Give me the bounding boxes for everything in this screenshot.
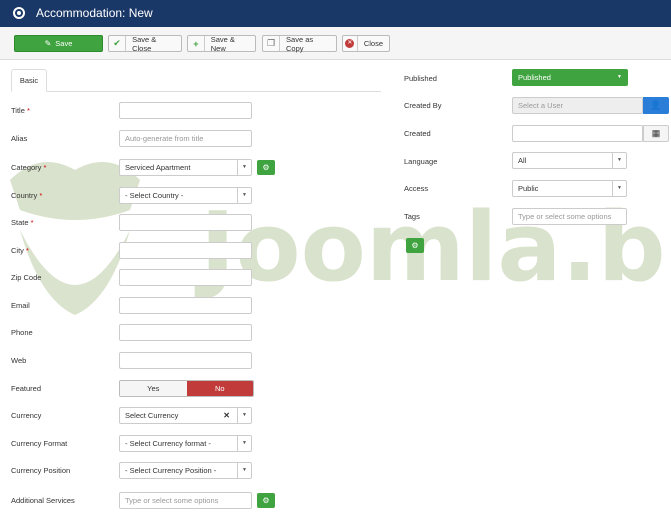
alias-label: Alias: [11, 134, 28, 143]
access-label: Access: [404, 184, 429, 193]
currency-label: Currency: [11, 411, 42, 420]
tab-bar: Basic: [11, 69, 381, 92]
currency-position-select[interactable]: - Select Currency Position - ▼: [119, 462, 252, 479]
save-button[interactable]: ✎ Save: [14, 35, 103, 52]
toolbar: ✎ Save ✔ Save & Close + Save & New ❐ Sav…: [0, 27, 671, 60]
currency-position-value: - Select Currency Position -: [125, 466, 217, 475]
add-service-button[interactable]: ⚙: [257, 493, 275, 508]
chevron-down-icon: ▼: [612, 153, 626, 168]
category-select[interactable]: Serviced Apartment ▼: [119, 159, 252, 176]
zip-input[interactable]: [119, 269, 252, 286]
edit-icon: ✎: [44, 39, 52, 48]
title-bar: Accommodation: New: [0, 0, 671, 27]
close-icon: ✕: [343, 36, 358, 51]
chevron-down-icon: ▼: [237, 408, 251, 423]
web-input[interactable]: [119, 352, 252, 369]
country-select[interactable]: - Select Country - ▼: [119, 187, 252, 204]
chevron-down-icon: ▼: [237, 436, 251, 451]
currency-value: Select Currency: [125, 411, 179, 420]
plus-icon: +: [188, 36, 205, 51]
save-close-button[interactable]: ✔ Save & Close: [108, 34, 182, 53]
created-by-input[interactable]: Select a User: [512, 97, 643, 114]
close-label: Close: [363, 39, 383, 48]
phone-input[interactable]: [119, 324, 252, 341]
save-new-label: Save & New: [210, 34, 235, 53]
services-input[interactable]: Type or select some options: [119, 492, 252, 509]
phone-label: Phone: [11, 328, 33, 337]
country-value: - Select Country -: [125, 191, 184, 200]
city-input[interactable]: [119, 242, 252, 259]
created-by-label: Created By: [404, 101, 442, 110]
save-copy-label: Save as Copy: [286, 34, 314, 53]
title-label: Title *: [11, 106, 30, 115]
created-label: Created: [404, 129, 431, 138]
add-category-button[interactable]: ⚙: [257, 160, 275, 175]
currency-format-select[interactable]: - Select Currency format - ▼: [119, 435, 252, 452]
clear-icon[interactable]: ✕: [223, 408, 230, 423]
save-close-label: Save & Close: [132, 34, 157, 53]
tags-label: Tags: [404, 212, 420, 221]
featured-toggle[interactable]: Yes No: [119, 380, 254, 397]
web-label: Web: [11, 356, 27, 365]
email-label: Email: [11, 301, 30, 310]
chevron-down-icon: ▼: [617, 74, 622, 80]
chevron-down-icon: ▼: [237, 188, 251, 203]
published-value: Published: [518, 73, 551, 82]
access-value: Public: [518, 184, 539, 193]
currency-format-label: Currency Format: [11, 439, 68, 448]
services-label: Additional Services: [11, 496, 75, 505]
category-label: Category *: [11, 163, 47, 172]
language-select[interactable]: All ▼: [512, 152, 627, 169]
state-input[interactable]: [119, 214, 252, 231]
zip-label: Zip Code: [11, 273, 42, 282]
calendar-button[interactable]: ▦: [643, 125, 669, 142]
chevron-down-icon: ▼: [237, 160, 251, 175]
user-select-button[interactable]: 👤: [643, 97, 669, 114]
currency-select[interactable]: Select Currency ✕ ▼: [119, 407, 252, 424]
alias-input[interactable]: Auto-generate from title: [119, 130, 252, 147]
country-label: Country *: [11, 191, 43, 200]
title-input[interactable]: [119, 102, 252, 119]
published-label: Published: [404, 74, 437, 83]
state-label: State *: [11, 218, 34, 227]
currency-position-label: Currency Position: [11, 466, 71, 475]
save-label: Save: [55, 39, 73, 48]
chevron-down-icon: ▼: [237, 463, 251, 478]
watermark: Joomla.bio: [10, 162, 671, 315]
currency-format-value: - Select Currency format -: [125, 439, 211, 448]
created-input[interactable]: [512, 125, 643, 142]
save-copy-button[interactable]: ❐ Save as Copy: [262, 34, 337, 53]
joomla-logo-icon: [13, 7, 25, 19]
close-button[interactable]: ✕ Close: [342, 35, 390, 52]
calendar-icon: ▦: [651, 128, 661, 138]
check-icon: ✔: [109, 36, 127, 51]
featured-yes-option[interactable]: Yes: [120, 381, 187, 396]
city-label: City *: [11, 246, 29, 255]
copy-icon: ❐: [263, 36, 281, 51]
featured-label: Featured: [11, 384, 42, 393]
email-input[interactable]: [119, 297, 252, 314]
published-select[interactable]: Published ▼: [512, 69, 628, 86]
category-value: Serviced Apartment: [125, 163, 191, 172]
add-tag-button[interactable]: ⚙: [406, 238, 424, 253]
language-label: Language: [404, 157, 438, 166]
tags-input[interactable]: Type or select some options: [512, 208, 627, 225]
access-select[interactable]: Public ▼: [512, 180, 627, 197]
language-value: All: [518, 156, 527, 165]
page-title: Accommodation: New: [36, 6, 153, 20]
save-new-button[interactable]: + Save & New: [187, 34, 256, 53]
tab-basic[interactable]: Basic: [11, 69, 47, 92]
chevron-down-icon: ▼: [612, 181, 626, 196]
user-icon: 👤: [650, 100, 662, 110]
featured-no-option[interactable]: No: [186, 381, 253, 396]
